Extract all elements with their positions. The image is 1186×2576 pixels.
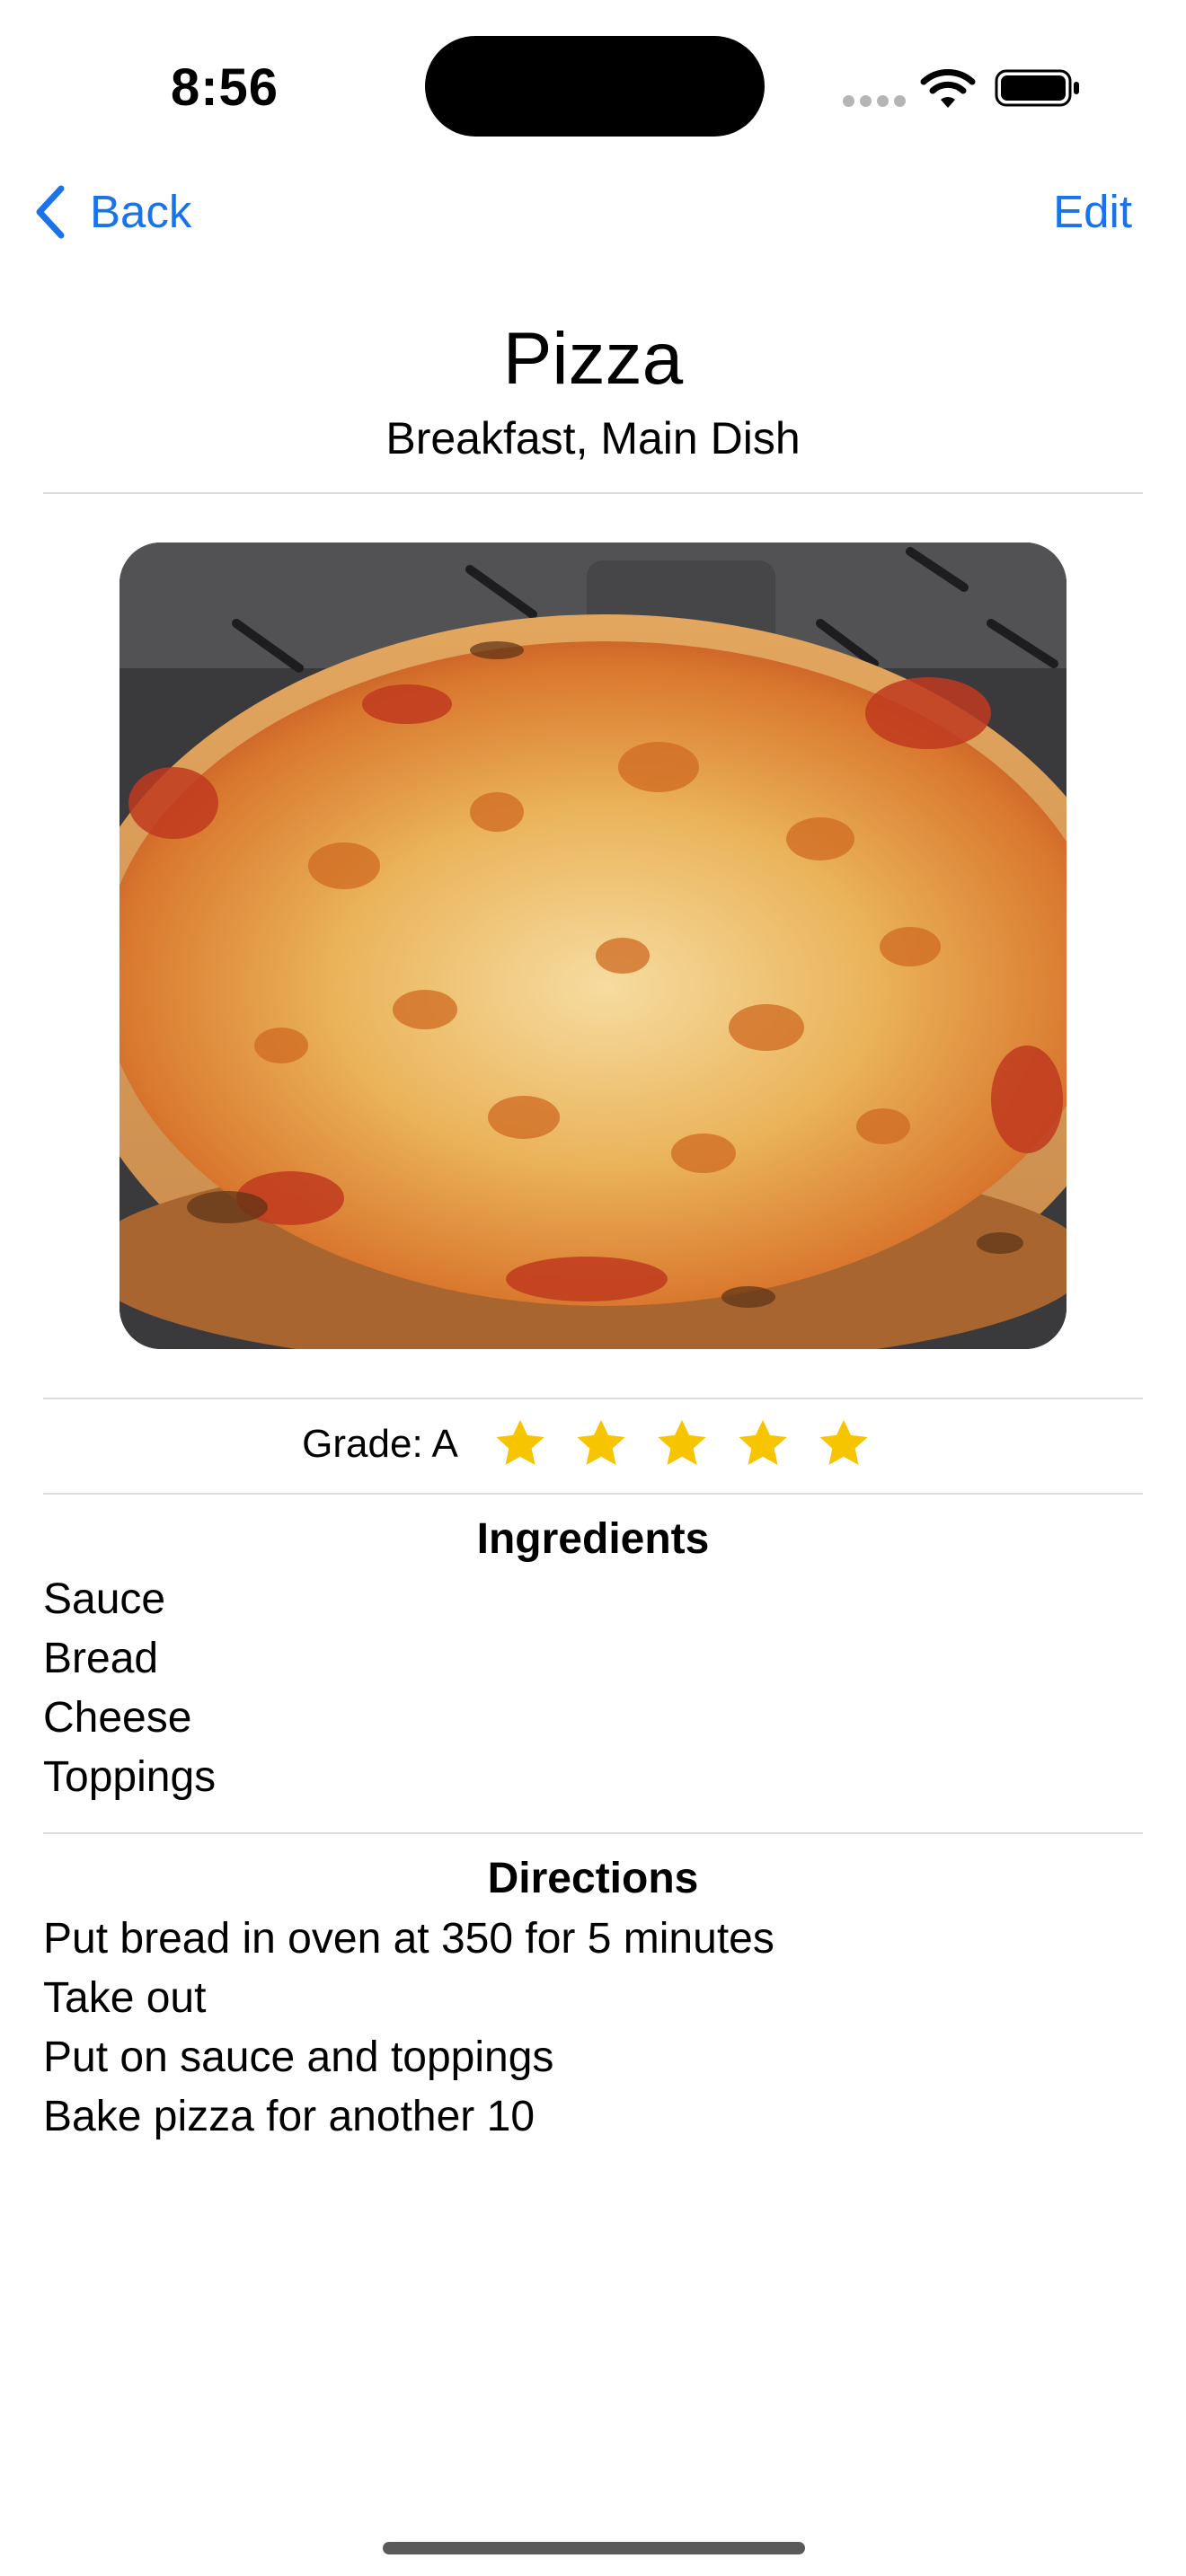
star-icon[interactable] (816, 1416, 872, 1472)
divider (43, 492, 1143, 494)
pizza-photo (119, 543, 1067, 1349)
dynamic-island (425, 36, 765, 137)
star-icon[interactable] (573, 1416, 629, 1472)
back-button[interactable]: Back (32, 176, 191, 248)
ingredient-item: Bread (43, 1635, 159, 1682)
cellular-signal-icon (843, 95, 906, 108)
star-icon[interactable] (654, 1416, 710, 1472)
star-icon[interactable] (492, 1416, 548, 1472)
ingredients-heading: Ingredients (476, 1515, 710, 1563)
battery-full-icon (995, 69, 1079, 107)
divider (43, 1493, 1143, 1495)
wifi-icon (920, 69, 976, 108)
directions-heading: Directions (487, 1855, 699, 1902)
direction-step: Put bread in oven at 350 for 5 minutes (43, 1915, 774, 1963)
direction-step: Bake pizza for another 10 (43, 2093, 535, 2140)
grade-label: Grade: A (302, 1422, 458, 1466)
star-icon[interactable] (735, 1416, 791, 1472)
directions-list: Put bread in oven at 350 for 5 minutes T… (43, 1910, 774, 2147)
status-time: 8:56 (170, 58, 279, 117)
divider (43, 1398, 1143, 1399)
ingredient-item: Cheese (43, 1694, 192, 1742)
direction-step: Put on sauce and toppings (43, 2033, 554, 2081)
ingredient-item: Toppings (43, 1753, 217, 1801)
divider (43, 1832, 1143, 1834)
ingredient-item: Sauce (43, 1575, 166, 1623)
home-indicator[interactable] (383, 2542, 805, 2554)
edit-button[interactable]: Edit (1053, 176, 1132, 248)
recipe-categories: Breakfast, Main Dish (385, 413, 801, 463)
direction-step: Take out (43, 1974, 207, 2022)
back-button-label: Back (90, 186, 192, 237)
ingredients-list: Sauce Bread Cheese Toppings (43, 1570, 216, 1807)
chevron-left-icon (36, 185, 65, 239)
recipe-photo (119, 543, 1067, 1349)
grade-row: Grade: A (0, 1407, 1186, 1482)
recipe-title: Pizza (502, 318, 684, 400)
